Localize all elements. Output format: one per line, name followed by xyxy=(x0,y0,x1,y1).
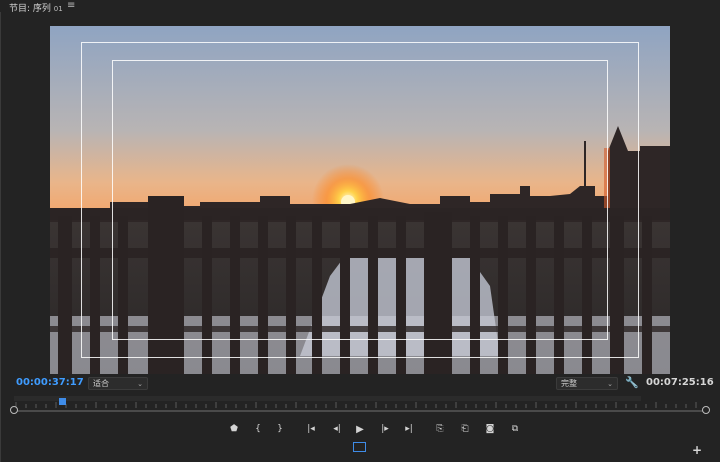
mark-out-button[interactable]: } xyxy=(272,422,288,436)
marker-icon: ⬟ xyxy=(230,424,238,434)
mark-out-icon: } xyxy=(277,424,283,434)
hamburger-menu-icon[interactable]: ≡ xyxy=(67,0,75,11)
export-frame-button[interactable]: ◙ xyxy=(482,422,498,436)
transport-controls: ⬟ {} |◂ ◂| ▶ |▸ ▸| ⎘ ⎗ ◙ ⧉ xyxy=(0,422,720,438)
extract-icon: ⎗ xyxy=(461,424,469,434)
timecode-row: 00:00:37:17 适合 ⌄ 完整 ⌄ 🔧 00:07:25:16 xyxy=(0,375,720,395)
add-marker-button[interactable]: ⬟ xyxy=(226,422,242,436)
go-to-in-button[interactable]: |◂ xyxy=(303,422,319,436)
play-icon: ▶ xyxy=(356,423,364,435)
timeline-scroll-track[interactable] xyxy=(14,410,706,412)
step-forward-icon: |▸ xyxy=(381,424,389,434)
zoom-scroll-start-handle[interactable] xyxy=(10,406,18,414)
current-timecode[interactable]: 00:00:37:17 xyxy=(16,377,84,388)
step-back-button[interactable]: ◂| xyxy=(329,422,345,436)
step-back-icon: ◂| xyxy=(333,424,341,434)
compare-icon: ⧉ xyxy=(511,424,519,434)
panel-title-text: 节目: 序列 xyxy=(9,4,51,14)
playback-resolution-value: 完整 xyxy=(561,379,577,388)
playback-resolution-select[interactable]: 完整 ⌄ xyxy=(556,377,618,390)
playhead-marker[interactable] xyxy=(59,398,66,405)
add-button-icon[interactable]: + xyxy=(692,443,702,457)
go-to-out-button[interactable]: ▸| xyxy=(401,422,417,436)
camera-icon: ◙ xyxy=(485,424,495,434)
lift-icon: ⎘ xyxy=(436,424,444,434)
zoom-level-value: 适合 xyxy=(93,379,109,388)
extract-button[interactable]: ⎗ xyxy=(457,422,473,436)
ruler-bar xyxy=(14,396,641,401)
time-ruler[interactable] xyxy=(14,396,704,408)
go-to-out-icon: ▸| xyxy=(405,424,413,434)
ruler-ticks xyxy=(15,402,697,408)
compare-view-button[interactable]: ⧉ xyxy=(507,422,523,436)
lift-button[interactable]: ⎘ xyxy=(432,422,448,436)
panel-title-suffix: 01 xyxy=(53,5,63,13)
panel-title[interactable]: 节目: 序列 01 xyxy=(9,1,63,14)
zoom-scroll-end-handle[interactable] xyxy=(702,406,710,414)
zoom-level-select[interactable]: 适合 ⌄ xyxy=(88,377,148,390)
program-monitor-viewer[interactable] xyxy=(50,26,670,374)
sequence-duration: 00:07:25:16 xyxy=(646,377,714,388)
title-safe-margin xyxy=(112,60,608,340)
panel-header: 节目: 序列 01 ≡ xyxy=(0,0,720,14)
mark-in-button[interactable]: { xyxy=(250,422,266,436)
safe-margins-toggle-icon[interactable] xyxy=(353,442,366,452)
go-to-in-icon: |◂ xyxy=(307,424,315,434)
chevron-down-icon: ⌄ xyxy=(137,379,143,388)
step-forward-button[interactable]: |▸ xyxy=(377,422,393,436)
mark-in-icon: { xyxy=(255,424,261,434)
play-button[interactable]: ▶ xyxy=(352,422,368,436)
chevron-down-icon: ⌄ xyxy=(607,379,613,388)
wrench-icon[interactable]: 🔧 xyxy=(625,376,639,389)
